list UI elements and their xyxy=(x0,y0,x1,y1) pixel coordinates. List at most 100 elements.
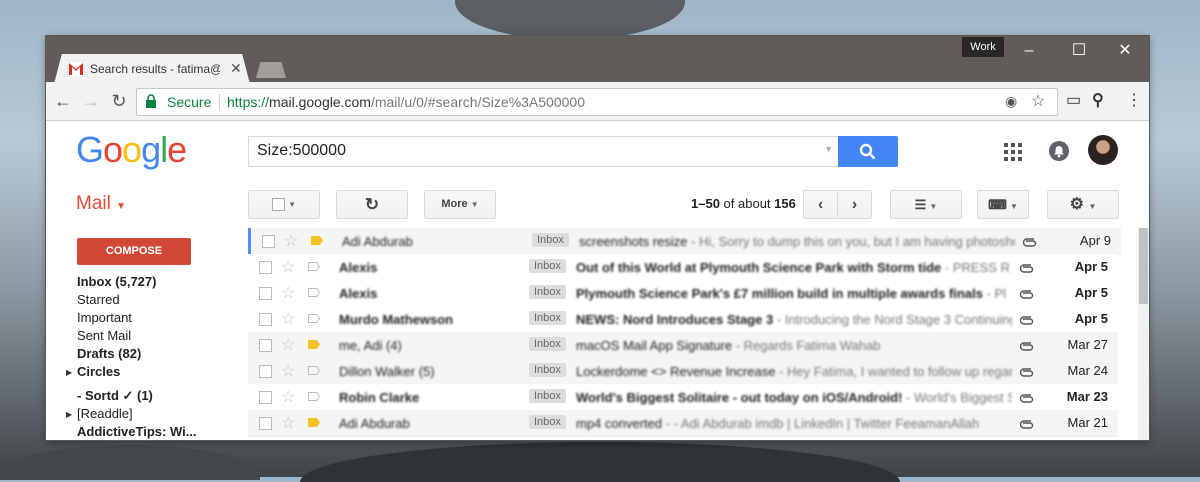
notification-bell-icon[interactable] xyxy=(1049,141,1069,161)
chevron-down-icon[interactable]: ▼ xyxy=(824,144,833,154)
search-button[interactable] xyxy=(838,136,898,167)
star-icon[interactable]: ☆ xyxy=(281,335,295,355)
table-row[interactable]: ☆ Adi Abdurab Inbox mp4 converted - - Adi A… xyxy=(248,410,1118,437)
importance-marker-icon[interactable] xyxy=(308,314,320,323)
newer-button[interactable]: ‹ xyxy=(803,190,838,219)
browser-tab[interactable]: Search results - fatima@ ✕ xyxy=(54,54,250,84)
mail-menu[interactable]: Mail ▼ xyxy=(76,193,126,215)
attachment-icon xyxy=(1020,342,1034,351)
sidebar-item[interactable]: Important xyxy=(77,310,132,325)
split-pane-icon: ☰ xyxy=(914,197,927,212)
chevron-right-icon: › xyxy=(851,196,858,213)
row-checkbox[interactable] xyxy=(259,339,272,352)
new-tab-button[interactable] xyxy=(256,62,286,78)
label-badge[interactable]: Inbox xyxy=(529,285,566,299)
address-bar[interactable]: Secure https://mail.google.com/mail/u/0/… xyxy=(136,88,1058,116)
table-row[interactable]: ☆ Robin Clarke Inbox World's Biggest Solita… xyxy=(248,384,1118,411)
star-icon[interactable]: ☆ xyxy=(281,309,295,329)
window-close-icon[interactable]: ✕ xyxy=(1102,40,1148,62)
older-button[interactable]: › xyxy=(837,190,872,219)
cast-icon[interactable]: ▭ xyxy=(1066,90,1081,110)
importance-marker-icon[interactable] xyxy=(311,236,323,245)
browser-window: Search results - fatima@ ✕ Work – ☐ ✕ ← … xyxy=(46,36,1149,440)
table-row[interactable]: ☆ Adi Abdurab Inbox screenshots resize - Hi… xyxy=(248,228,1121,255)
email-subject: NEWS: Nord Introduces Stage 3 - Introduc… xyxy=(576,312,1012,327)
table-row[interactable]: ☆ Dillon Walker (5) Inbox Lockerdome <> Rev… xyxy=(248,358,1118,385)
more-button[interactable]: More ▼ xyxy=(424,190,496,219)
importance-marker-icon[interactable] xyxy=(308,262,320,271)
star-icon[interactable]: ☆ xyxy=(284,231,298,251)
zoom-icon[interactable]: ⚲ xyxy=(1092,90,1104,110)
profile-badge[interactable]: Work xyxy=(962,37,1004,57)
compose-button[interactable]: COMPOSE xyxy=(77,238,191,265)
email-subject: mp4 converted - - Adi Abdurab imdb | Lin… xyxy=(576,416,980,431)
label-badge[interactable]: Inbox xyxy=(529,389,566,403)
table-row[interactable]: ☆ Alexis Inbox Plymouth Science Park's £7 m… xyxy=(248,280,1118,307)
sidebar-item[interactable]: AddictiveTips: Wi... xyxy=(77,424,197,439)
row-checkbox[interactable] xyxy=(259,417,272,430)
sidebar-item[interactable]: Circles xyxy=(77,364,120,379)
star-icon[interactable]: ☆ xyxy=(281,413,295,433)
importance-marker-icon[interactable] xyxy=(308,392,320,401)
split-pane-button[interactable]: ☰ ▼ xyxy=(890,190,962,219)
google-logo[interactable]: Google xyxy=(76,129,187,171)
back-icon[interactable]: ← xyxy=(52,90,74,112)
select-checkbox-button[interactable]: ▼ xyxy=(248,190,320,219)
importance-marker-icon[interactable] xyxy=(308,340,320,349)
row-checkbox[interactable] xyxy=(262,235,275,248)
star-icon[interactable]: ☆ xyxy=(281,283,295,303)
menu-icon[interactable]: ⋮ xyxy=(1126,90,1142,110)
scrollbar[interactable] xyxy=(1138,228,1149,440)
star-icon[interactable]: ☆ xyxy=(281,257,295,277)
action-bar: Mail ▼ ▼ ↻ More ▼ 1–50 of about 156 ‹ › … xyxy=(46,181,1149,227)
forward-icon[interactable]: → xyxy=(80,90,102,112)
maximize-icon[interactable]: ☐ xyxy=(1056,40,1102,62)
avatar[interactable] xyxy=(1088,135,1118,165)
importance-marker-icon[interactable] xyxy=(308,366,320,375)
attachment-icon xyxy=(1020,290,1034,299)
label-badge[interactable]: Inbox xyxy=(532,233,569,247)
table-row[interactable]: ☆ Alexis Inbox Out of this World at Plymout… xyxy=(248,254,1118,281)
sidebar-item[interactable]: Inbox (5,727) xyxy=(77,274,156,289)
expand-arrow-icon[interactable]: ▶ xyxy=(66,410,72,419)
close-icon[interactable]: ✕ xyxy=(230,60,242,77)
scroll-thumb[interactable] xyxy=(1139,228,1148,304)
mail-list: ☆ Adi Abdurab Inbox screenshots resize - Hi… xyxy=(248,228,1121,440)
sidebar-item[interactable]: [Readdle] xyxy=(77,406,133,421)
eye-icon[interactable]: ◉ xyxy=(1005,93,1017,110)
search-input[interactable]: Size:500000 ▼ xyxy=(248,136,840,167)
table-row[interactable]: ☆ Murdo Mathewson Inbox NEWS: Nord Introduc… xyxy=(248,306,1118,333)
apps-grid-icon[interactable] xyxy=(1004,143,1022,161)
sidebar: COMPOSE Inbox (5,727) Starred Important Sen… xyxy=(46,228,246,440)
importance-marker-icon[interactable] xyxy=(308,288,320,297)
email-subject: Out of this World at Plymouth Science Pa… xyxy=(576,260,1010,275)
sidebar-item[interactable]: - Sortd ✓ (1) xyxy=(77,388,153,404)
label-badge[interactable]: Inbox xyxy=(529,363,566,377)
row-checkbox[interactable] xyxy=(259,391,272,404)
star-icon[interactable]: ☆ xyxy=(1031,91,1045,111)
label-badge[interactable]: Inbox xyxy=(529,311,566,325)
settings-button[interactable]: ⚙ ▼ xyxy=(1047,190,1119,219)
expand-arrow-icon[interactable]: ▶ xyxy=(66,368,72,377)
sidebar-item[interactable]: Starred xyxy=(77,292,120,307)
label-badge[interactable]: Inbox xyxy=(529,259,566,273)
minimize-icon[interactable]: – xyxy=(1006,40,1052,62)
row-checkbox[interactable] xyxy=(259,287,272,300)
importance-marker-icon[interactable] xyxy=(308,418,320,427)
sidebar-item[interactable]: Drafts (82) xyxy=(77,346,141,361)
email-sender: Alexis xyxy=(339,286,378,301)
row-checkbox[interactable] xyxy=(259,365,272,378)
star-icon[interactable]: ☆ xyxy=(281,361,295,381)
reload-icon[interactable]: ↻ xyxy=(108,90,130,112)
email-date: Apr 5 xyxy=(1074,311,1108,326)
refresh-button[interactable]: ↻ xyxy=(336,190,408,219)
label-badge[interactable]: Inbox xyxy=(529,337,566,351)
table-row[interactable]: ☆ me, Adi (4) Inbox macOS Mail App Signatur… xyxy=(248,332,1118,359)
input-tools-button[interactable]: ⌨ ▼ xyxy=(977,190,1029,219)
pagination-text: 1–50 of about 156 xyxy=(691,196,796,211)
star-icon[interactable]: ☆ xyxy=(281,387,295,407)
row-checkbox[interactable] xyxy=(259,261,272,274)
label-badge[interactable]: Inbox xyxy=(529,415,566,429)
row-checkbox[interactable] xyxy=(259,313,272,326)
sidebar-item[interactable]: Sent Mail xyxy=(77,328,131,343)
